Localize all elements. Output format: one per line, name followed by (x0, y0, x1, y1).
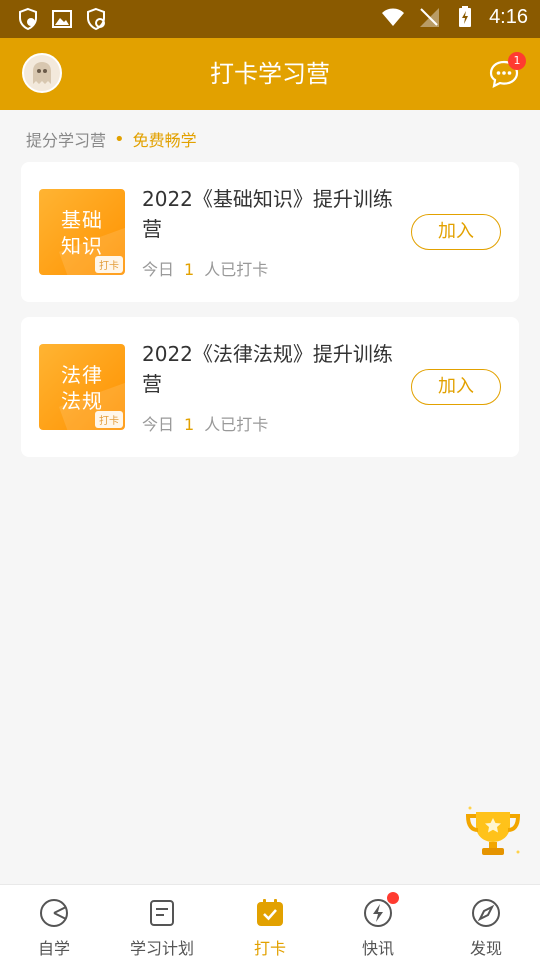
camp-meta: 今日 1 人已打卡 (142, 256, 268, 280)
cover-title: 基础知识 (61, 208, 103, 258)
section-dot: • (114, 128, 125, 150)
study-plan-icon (150, 900, 174, 926)
wifi-icon (382, 8, 405, 26)
section-label: 提分学习营 • 免费畅学 (26, 127, 197, 151)
tab-self-study[interactable]: 自学 (0, 885, 108, 961)
news-dot-badge (387, 892, 399, 904)
tab-discover[interactable]: 发现 (432, 885, 540, 961)
compass-icon (472, 899, 500, 927)
camp-title: 2022《法律法规》提升训练营 (142, 342, 393, 396)
meta-suffix: 人已打卡 (204, 415, 269, 434)
section-title: 提分学习营 (26, 131, 107, 150)
self-study-icon (40, 899, 68, 927)
meta-prefix: 今日 (142, 260, 175, 279)
meta-count: 1 (184, 260, 195, 279)
camp-cover: 基础知识 打卡 (39, 189, 125, 275)
trophy-icon[interactable] (462, 800, 524, 862)
vpn-shield-icon (19, 7, 37, 31)
no-signal-icon (420, 8, 440, 27)
image-icon (52, 10, 72, 28)
cover-title: 法律法规 (61, 363, 103, 413)
camp-card[interactable]: 法律法规 打卡 2022《法律法规》提升训练营 今日 1 人已打卡 加入 (21, 317, 519, 457)
join-button[interactable]: 加入 (411, 214, 501, 250)
tab-checkin[interactable]: 打卡 (216, 885, 324, 961)
avatar[interactable] (22, 53, 62, 93)
app-header: 打卡学习营 1 (0, 38, 540, 110)
join-button[interactable]: 加入 (411, 369, 501, 405)
message-button[interactable]: 1 (488, 52, 526, 90)
status-time: 4:16 (489, 5, 528, 28)
camp-cover: 法律法规 打卡 (39, 344, 125, 430)
tab-label: 打卡 (253, 939, 286, 958)
tab-study-plan[interactable]: 学习计划 (108, 885, 216, 961)
message-badge: 1 (508, 52, 526, 70)
ghost-avatar-icon (33, 62, 51, 84)
checkin-icon (257, 899, 283, 926)
tab-label: 发现 (469, 939, 502, 958)
meta-prefix: 今日 (142, 415, 175, 434)
tab-news[interactable]: 快讯 (324, 885, 432, 961)
camp-meta: 今日 1 人已打卡 (142, 411, 268, 435)
battery-charging-icon (459, 6, 472, 27)
cover-tag: 打卡 (95, 256, 123, 273)
bottom-tab-bar: 自学 学习计划 打卡 快讯 发现 (0, 884, 540, 961)
meta-suffix: 人已打卡 (204, 260, 269, 279)
camp-title: 2022《基础知识》提升训练营 (142, 187, 393, 241)
cover-tag: 打卡 (95, 411, 123, 428)
shield-icon (87, 7, 105, 31)
meta-count: 1 (184, 415, 195, 434)
status-bar: 4:16 (0, 0, 540, 38)
tab-label: 学习计划 (129, 939, 194, 958)
section-free-text: 免费畅学 (132, 131, 197, 150)
tab-label: 快讯 (361, 939, 394, 958)
page-title: 打卡学习营 (210, 60, 330, 88)
tab-label: 自学 (37, 939, 70, 958)
camp-card[interactable]: 基础知识 打卡 2022《基础知识》提升训练营 今日 1 人已打卡 加入 (21, 162, 519, 302)
